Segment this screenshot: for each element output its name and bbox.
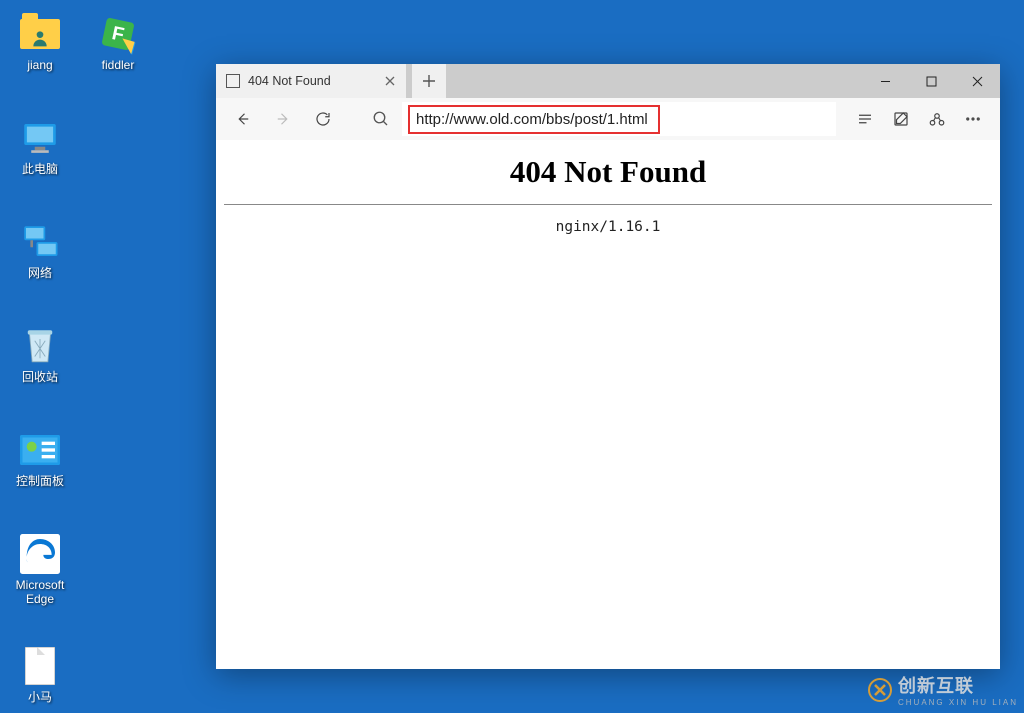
desktop-icon-label: 控制面板	[16, 474, 64, 488]
folder-icon	[18, 12, 62, 56]
computer-icon	[18, 116, 62, 160]
watermark: 创新互联 CHUANG XIN HU LIAN	[868, 672, 1018, 707]
url-text[interactable]: http://www.old.com/bbs/post/1.html	[408, 105, 660, 134]
desktop-icon-edge[interactable]: Microsoft Edge	[2, 532, 78, 607]
watermark-text: 创新互联	[898, 676, 974, 696]
desktop-icon-fiddler[interactable]: F fiddler	[80, 12, 156, 72]
desktop-icon-network[interactable]: 网络	[2, 220, 78, 280]
notes-button[interactable]	[884, 102, 918, 136]
desktop-icon-control-panel[interactable]: 控制面板	[2, 428, 78, 488]
desktop-icon-recycle-bin[interactable]: 回收站	[2, 324, 78, 384]
desktop-icon-label: 回收站	[22, 370, 58, 384]
desktop-icon-label: 小马	[28, 690, 52, 704]
tab-title: 404 Not Found	[248, 74, 374, 88]
page-content: 404 Not Found nginx/1.16.1	[216, 140, 1000, 669]
watermark-logo-icon	[868, 678, 892, 702]
desktop-icon-jiang[interactable]: jiang	[2, 12, 78, 72]
error-heading: 404 Not Found	[224, 154, 992, 190]
desktop-icon-label: Microsoft Edge	[2, 578, 78, 607]
network-icon	[18, 220, 62, 264]
window-minimize-button[interactable]	[862, 64, 908, 98]
fiddler-icon: F	[96, 12, 140, 56]
desktop-icon-label: 网络	[28, 266, 52, 280]
forward-button[interactable]	[266, 102, 300, 136]
desktop-icon-xiaoma[interactable]: 小马	[2, 644, 78, 704]
window-close-button[interactable]	[954, 64, 1000, 98]
desktop-icon-label: jiang	[27, 58, 52, 72]
desktop-icon-label: fiddler	[102, 58, 135, 72]
reading-view-button[interactable]	[848, 102, 882, 136]
browser-window: 404 Not Found	[216, 64, 1000, 669]
desktop-icon-label: 此电脑	[22, 162, 58, 176]
control-panel-icon	[18, 428, 62, 472]
browser-toolbar: http://www.old.com/bbs/post/1.html	[216, 98, 1000, 140]
watermark-subtext: CHUANG XIN HU LIAN	[898, 698, 1018, 707]
new-tab-button[interactable]	[412, 64, 446, 98]
search-icon[interactable]	[366, 110, 396, 128]
desktop-icon-this-pc[interactable]: 此电脑	[2, 116, 78, 176]
server-info: nginx/1.16.1	[224, 219, 992, 235]
address-bar[interactable]: http://www.old.com/bbs/post/1.html	[402, 102, 836, 136]
file-icon	[18, 644, 62, 688]
tab-favicon-icon	[226, 74, 240, 88]
share-button[interactable]	[920, 102, 954, 136]
window-maximize-button[interactable]	[908, 64, 954, 98]
more-button[interactable]	[956, 102, 990, 136]
browser-tab[interactable]: 404 Not Found	[216, 64, 406, 98]
tab-close-button[interactable]	[382, 73, 398, 89]
refresh-button[interactable]	[306, 102, 340, 136]
divider	[224, 204, 992, 205]
edge-icon	[18, 532, 62, 576]
tab-bar: 404 Not Found	[216, 64, 1000, 98]
recycle-bin-icon	[18, 324, 62, 368]
back-button[interactable]	[226, 102, 260, 136]
